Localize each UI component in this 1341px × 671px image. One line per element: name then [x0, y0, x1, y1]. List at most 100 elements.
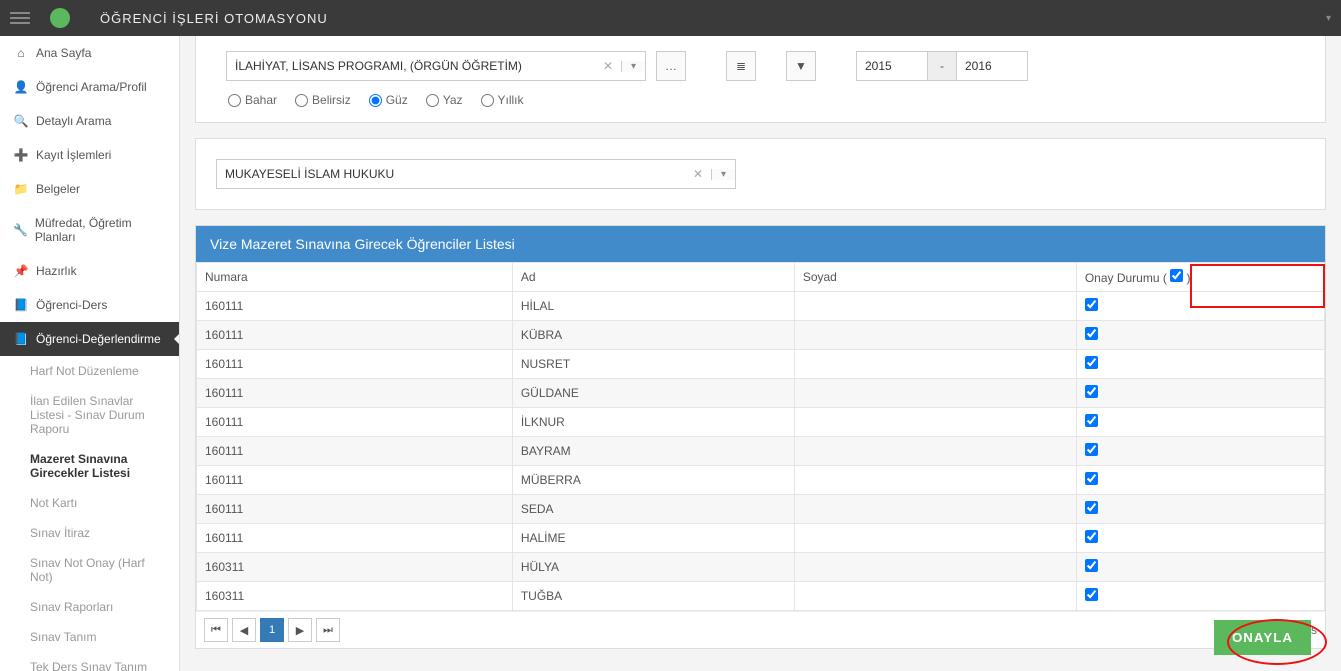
table-row[interactable]: 160111 BAYRAM [197, 437, 1325, 466]
row-onay-checkbox[interactable] [1085, 443, 1098, 456]
topbar: ÖĞRENCİ İŞLERİ OTOMASYONU ▾ [0, 0, 1341, 36]
course-select[interactable]: ✕ ▾ [216, 159, 736, 189]
cell-numara: 160111 [197, 350, 513, 379]
pager: ⏮ ◀ 1 ▶ ⏭ 1 - 11 of 11 items [196, 611, 1325, 648]
book-icon: 📘 [12, 298, 30, 312]
sidebar-item-8[interactable]: 📘Öğrenci-Değerlendirme [0, 322, 179, 356]
term-radio-input[interactable] [295, 94, 308, 107]
sidebar-item-6[interactable]: 📌Hazırlık [0, 254, 179, 288]
sidebar-item-3[interactable]: ➕Kayıt İşlemleri [0, 138, 179, 172]
table-row[interactable]: 160111 HALİME [197, 524, 1325, 553]
row-onay-checkbox[interactable] [1085, 298, 1098, 311]
table-row[interactable]: 160111 NUSRET [197, 350, 1325, 379]
onayla-button[interactable]: ONAYLA [1214, 620, 1311, 655]
row-onay-checkbox[interactable] [1085, 588, 1098, 601]
program-select[interactable]: ✕ ▾ [226, 51, 646, 81]
table-row[interactable]: 160111 GÜLDANE [197, 379, 1325, 408]
col-onay[interactable]: Onay Durumu ( ) [1076, 263, 1324, 292]
cell-soyad [794, 524, 1076, 553]
term-radio-group: Bahar Belirsiz Güz Yaz Yıllık [226, 93, 1295, 107]
pager-first[interactable]: ⏮ [204, 618, 228, 642]
row-onay-checkbox[interactable] [1085, 356, 1098, 369]
program-input[interactable] [235, 59, 597, 73]
sidebar-sub-8-6[interactable]: Sınav Raporları [0, 592, 179, 622]
term-radio-input[interactable] [228, 94, 241, 107]
year-from-input[interactable] [857, 52, 927, 80]
table-row[interactable]: 160311 HÜLYA [197, 553, 1325, 582]
col-numara[interactable]: Numara [197, 263, 513, 292]
table-row[interactable]: 160111 İLKNUR [197, 408, 1325, 437]
pager-page-1[interactable]: 1 [260, 618, 284, 642]
sidebar-item-4[interactable]: 📁Belgeler [0, 172, 179, 206]
cell-onay [1076, 379, 1324, 408]
table-row[interactable]: 160311 TUĞBA [197, 582, 1325, 611]
sidebar-sub-8-8[interactable]: Tek Ders Sınav Tanım [0, 652, 179, 671]
program-dropdown-icon[interactable]: ▾ [621, 61, 645, 72]
row-onay-checkbox[interactable] [1085, 385, 1098, 398]
onay-all-checkbox[interactable] [1170, 269, 1183, 282]
browse-button[interactable]: … [656, 51, 686, 81]
sidebar-sub-8-2[interactable]: Mazeret Sınavına Girecekler Listesi [0, 444, 179, 488]
menu-toggle-icon[interactable] [10, 3, 40, 33]
table-row[interactable]: 160111 KÜBRA [197, 321, 1325, 350]
students-list-panel: Vize Mazeret Sınavına Girecek Öğrenciler… [195, 225, 1326, 649]
term-radio-bahar[interactable]: Bahar [228, 93, 277, 107]
table-row[interactable]: 160111 SEDA [197, 495, 1325, 524]
course-clear-icon[interactable]: ✕ [693, 167, 703, 181]
table-row[interactable]: 160111 HİLAL [197, 292, 1325, 321]
term-radio-yaz[interactable]: Yaz [426, 93, 463, 107]
cell-onay [1076, 321, 1324, 350]
term-radio-güz[interactable]: Güz [369, 93, 408, 107]
list-header: Vize Mazeret Sınavına Girecek Öğrenciler… [196, 226, 1325, 262]
sidebar-item-0[interactable]: ⌂Ana Sayfa [0, 36, 179, 70]
sidebar-sub-8-1[interactable]: İlan Edilen Sınavlar Listesi - Sınav Dur… [0, 386, 179, 444]
cell-numara: 160111 [197, 437, 513, 466]
table-row[interactable]: 160111 MÜBERRA [197, 466, 1325, 495]
filter-button[interactable]: ▼ [786, 51, 816, 81]
program-clear-icon[interactable]: ✕ [603, 59, 613, 73]
sidebar-sub-8-0[interactable]: Harf Not Düzenleme [0, 356, 179, 386]
cell-onay [1076, 408, 1324, 437]
term-radio-belirsiz[interactable]: Belirsiz [295, 93, 351, 107]
sidebar-sub-8-3[interactable]: Not Kartı [0, 488, 179, 518]
row-onay-checkbox[interactable] [1085, 327, 1098, 340]
pager-prev[interactable]: ◀ [232, 618, 256, 642]
cell-onay [1076, 495, 1324, 524]
course-dropdown-icon[interactable]: ▾ [711, 169, 735, 180]
year-to-input[interactable] [957, 52, 1027, 80]
user-menu-caret[interactable]: ▾ [1326, 13, 1331, 24]
row-onay-checkbox[interactable] [1085, 559, 1098, 572]
term-radio-input[interactable] [481, 94, 494, 107]
wrench-icon: 🔧 [12, 223, 29, 237]
pager-next[interactable]: ▶ [288, 618, 312, 642]
term-radio-yıllık[interactable]: Yıllık [481, 93, 524, 107]
row-onay-checkbox[interactable] [1085, 501, 1098, 514]
cell-ad: BAYRAM [512, 437, 794, 466]
row-onay-checkbox[interactable] [1085, 530, 1098, 543]
sidebar-sub-8-7[interactable]: Sınav Tanım [0, 622, 179, 652]
sidebar-item-label: Hazırlık [36, 264, 77, 278]
sidebar-item-7[interactable]: 📘Öğrenci-Ders [0, 288, 179, 322]
cell-onay [1076, 292, 1324, 321]
term-radio-input[interactable] [369, 94, 382, 107]
app-logo [50, 8, 70, 28]
sidebar-item-1[interactable]: 👤Öğrenci Arama/Profil [0, 70, 179, 104]
year-range: - [856, 51, 1028, 81]
sidebar-item-2[interactable]: 🔍Detaylı Arama [0, 104, 179, 138]
cell-soyad [794, 379, 1076, 408]
col-soyad[interactable]: Soyad [794, 263, 1076, 292]
pager-last[interactable]: ⏭ [316, 618, 340, 642]
sidebar-sub-8-4[interactable]: Sınav İtiraz [0, 518, 179, 548]
cell-ad: HALİME [512, 524, 794, 553]
col-ad[interactable]: Ad [512, 263, 794, 292]
course-input[interactable] [225, 167, 687, 181]
sidebar-item-5[interactable]: 🔧Müfredat, Öğretim Planları [0, 206, 179, 254]
term-radio-input[interactable] [426, 94, 439, 107]
row-onay-checkbox[interactable] [1085, 472, 1098, 485]
dash: - [927, 52, 957, 80]
cell-numara: 160311 [197, 582, 513, 611]
list-view-button[interactable]: ≣ [726, 51, 756, 81]
user-icon: 👤 [12, 80, 30, 94]
row-onay-checkbox[interactable] [1085, 414, 1098, 427]
sidebar-sub-8-5[interactable]: Sınav Not Onay (Harf Not) [0, 548, 179, 592]
